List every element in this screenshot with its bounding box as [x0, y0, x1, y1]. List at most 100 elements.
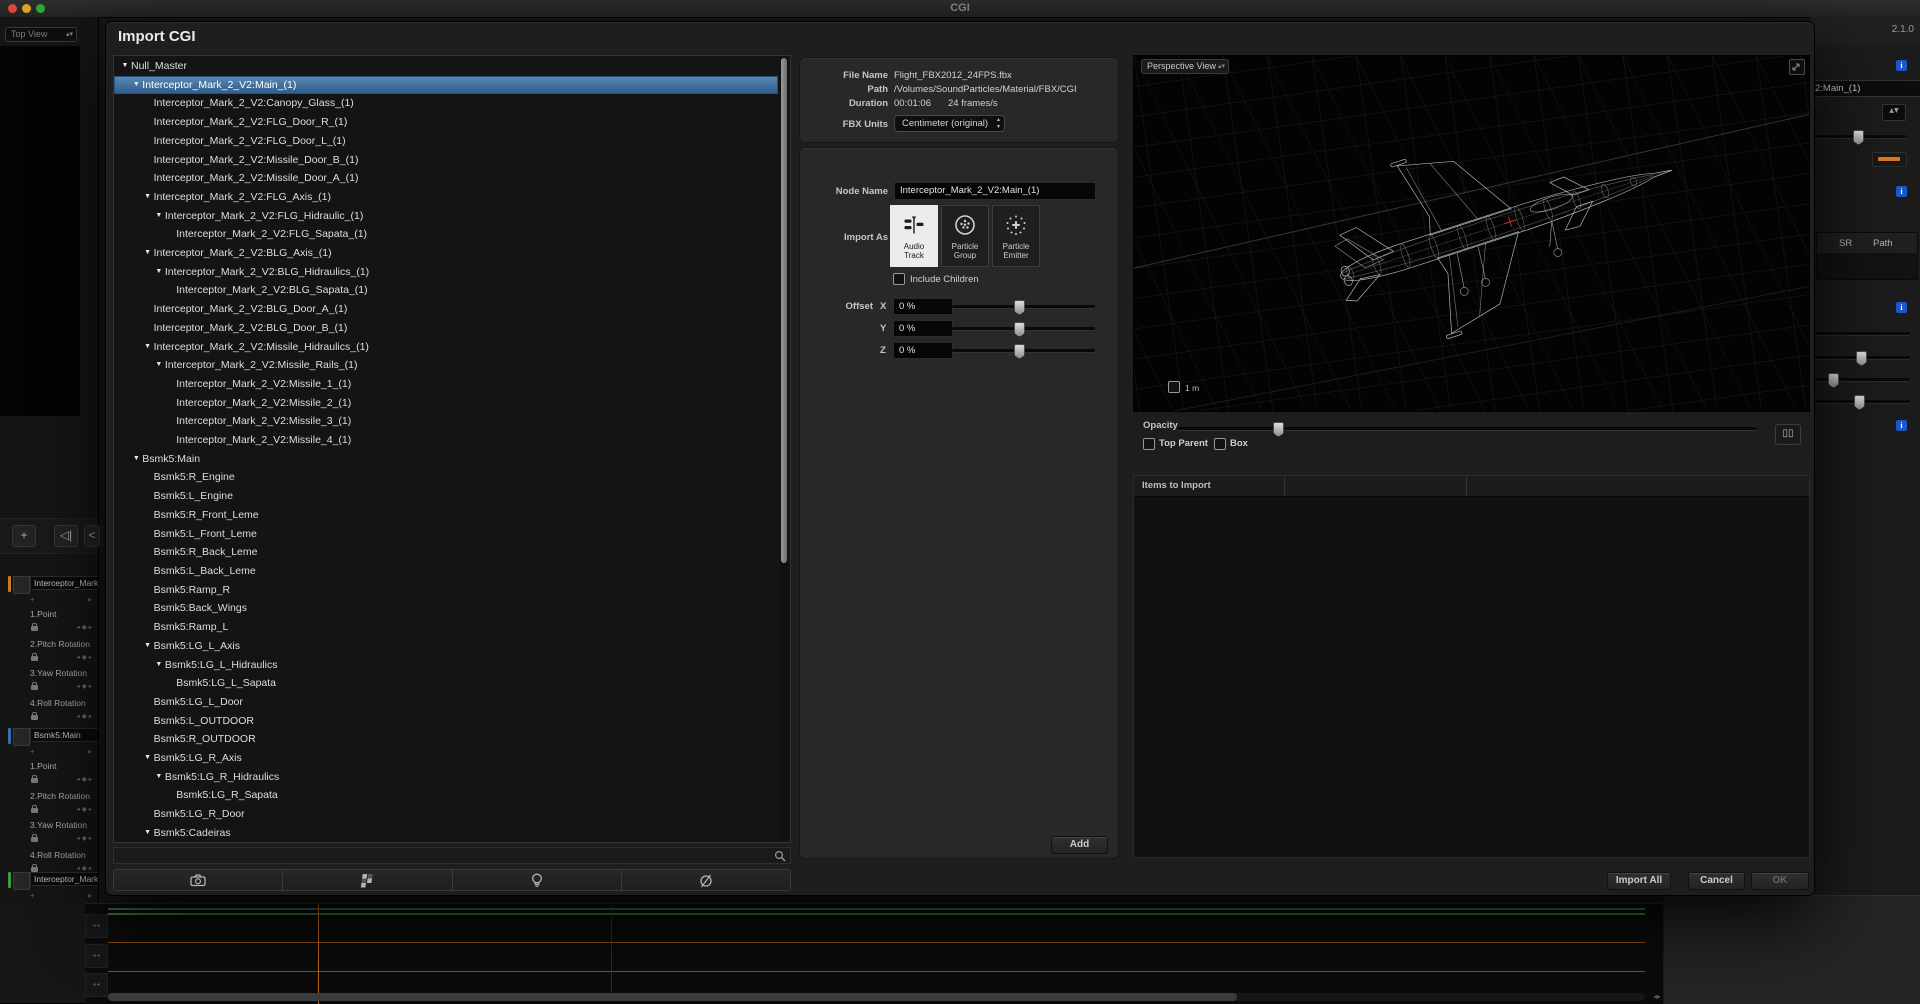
- disclosure-triangle-icon[interactable]: ▼: [154, 768, 164, 787]
- tree-item[interactable]: Bsmk5:R_Engine: [114, 468, 778, 487]
- offset-y-slider[interactable]: [952, 327, 1095, 330]
- keyframe-nav-icons[interactable]: ◂◆▸: [76, 805, 94, 813]
- tree-item[interactable]: Bsmk5:L_Back_Leme: [114, 562, 778, 581]
- tree-item[interactable]: ▼Bsmk5:LG_L_Axis: [114, 637, 778, 656]
- display-mode-button[interactable]: ▯▯: [1775, 424, 1801, 445]
- keyframe-nav-icons[interactable]: ◂◆▸: [76, 775, 94, 783]
- track-options-row[interactable]: +▸: [0, 594, 98, 608]
- tree-item[interactable]: Bsmk5:LG_L_Door: [114, 693, 778, 712]
- tree-item[interactable]: Bsmk5:R_Back_Leme: [114, 543, 778, 562]
- tree-item[interactable]: ▼Bsmk5:Main: [114, 450, 778, 469]
- tree-item[interactable]: ▼Bsmk5:LG_L_Hidraulics: [114, 656, 778, 675]
- disclosure-triangle-icon[interactable]: ▼: [143, 637, 153, 656]
- track-header[interactable]: Interceptor_Mark_2_: [0, 574, 98, 594]
- tree-item[interactable]: Bsmk5:Ramp_R: [114, 581, 778, 600]
- tree-item[interactable]: ▼Interceptor_Mark_2_V2:Missile_Hidraulic…: [114, 338, 778, 357]
- disclosure-triangle-icon[interactable]: ▼: [154, 207, 164, 226]
- go-to-start-button[interactable]: ◁|: [54, 525, 78, 547]
- tree-item[interactable]: Interceptor_Mark_2_V2:FLG_Door_R_(1): [114, 113, 778, 132]
- tree-item[interactable]: Interceptor_Mark_2_V2:Missile_Door_B_(1): [114, 151, 778, 170]
- keyframe-nav-icons[interactable]: ◂◂: [85, 944, 108, 968]
- track-options-row[interactable]: +▸: [0, 890, 98, 903]
- tree-item[interactable]: ▼Bsmk5:Cadeiras: [114, 824, 778, 843]
- items-to-import-table[interactable]: Items to Import: [1133, 475, 1810, 858]
- info-icon[interactable]: i: [1896, 420, 1907, 431]
- track-name[interactable]: Interceptor_Mark_2_: [30, 872, 98, 886]
- info-icon[interactable]: i: [1896, 186, 1907, 197]
- disclosure-triangle-icon[interactable]: ▼: [143, 824, 153, 843]
- lock-icon[interactable]: [31, 685, 38, 690]
- step-back-button[interactable]: <: [84, 525, 100, 547]
- sidebar-track-group[interactable]: Interceptor_Mark_2_+▸1.Point◂◆▸2.Pitch R…: [0, 870, 98, 903]
- tree-item[interactable]: Interceptor_Mark_2_V2:Missile_Door_A_(1): [114, 169, 778, 188]
- ok-button[interactable]: OK: [1751, 872, 1809, 890]
- keyframe-nav-icons[interactable]: ◂◆▸: [76, 682, 94, 690]
- mute-indicator[interactable]: [1872, 152, 1907, 167]
- timeline[interactable]: ◂◂ ◂◂ ◂◂ ◂▸: [85, 903, 1663, 1004]
- tree-item[interactable]: ▼Interceptor_Mark_2_V2:FLG_Hidraulic_(1): [114, 207, 778, 226]
- tree-item[interactable]: Bsmk5:Back_Wings: [114, 599, 778, 618]
- track-parameter[interactable]: 2.Pitch Rotation◂◆▸: [0, 790, 98, 820]
- disclosure-triangle-icon[interactable]: ▼: [154, 263, 164, 282]
- view-selector-dropdown[interactable]: Top View ▴▾: [5, 27, 77, 42]
- offset-y-field[interactable]: 0 %: [893, 320, 953, 337]
- timeline-scrollbar[interactable]: [108, 993, 1645, 1001]
- filter-cameras-button[interactable]: [114, 870, 282, 890]
- tree-item[interactable]: Bsmk5:LG_L_Sapata: [114, 674, 778, 693]
- sidebar-track-group[interactable]: Interceptor_Mark_2_+▸1.Point◂◆▸2.Pitch R…: [0, 574, 98, 726]
- fullscreen-icon[interactable]: [1789, 59, 1805, 75]
- fbx-units-dropdown[interactable]: Centimeter (original) ▴▾: [894, 115, 1005, 132]
- lock-icon[interactable]: [31, 808, 38, 813]
- node-tree[interactable]: ▼Null_Master▼Interceptor_Mark_2_V2:Main_…: [113, 55, 791, 843]
- tree-item[interactable]: Interceptor_Mark_2_V2:Missile_3_(1): [114, 412, 778, 431]
- filter-nulls-button[interactable]: [621, 870, 790, 890]
- tree-item[interactable]: Interceptor_Mark_2_V2:BLG_Door_A_(1): [114, 300, 778, 319]
- lock-icon[interactable]: [31, 837, 38, 842]
- preview-viewport[interactable]: Perspective View ▴▾ 1 m: [1133, 55, 1810, 412]
- offset-x-field[interactable]: 0 %: [893, 298, 953, 315]
- disclosure-triangle-icon[interactable]: ▼: [143, 749, 153, 768]
- disclosure-triangle-icon[interactable]: ▼: [154, 656, 164, 675]
- tree-item[interactable]: Interceptor_Mark_2_V2:BLG_Sapata_(1): [114, 281, 778, 300]
- tree-item[interactable]: Bsmk5:L_Front_Leme: [114, 525, 778, 544]
- tree-item[interactable]: ▼Interceptor_Mark_2_V2:Missile_Rails_(1): [114, 356, 778, 375]
- box-checkbox[interactable]: [1214, 438, 1226, 450]
- top-parent-checkbox[interactable]: [1143, 438, 1155, 450]
- filter-lights-button[interactable]: [452, 870, 621, 890]
- disclosure-triangle-icon[interactable]: ▼: [143, 338, 153, 357]
- opacity-slider[interactable]: [1178, 427, 1757, 430]
- lock-icon[interactable]: [31, 715, 38, 720]
- track-header[interactable]: Interceptor_Mark_2_: [0, 870, 98, 890]
- disclosure-triangle-icon[interactable]: ▼: [131, 76, 141, 95]
- cancel-button[interactable]: Cancel: [1688, 872, 1745, 890]
- disclosure-triangle-icon[interactable]: ▼: [143, 244, 153, 263]
- tree-item[interactable]: Bsmk5:Ramp_L: [114, 618, 778, 637]
- track-parameter[interactable]: 3.Yaw Rotation◂◆▸: [0, 667, 98, 697]
- track-parameter[interactable]: 1.Point◂◆▸: [0, 760, 98, 790]
- background-slider[interactable]: [1814, 135, 1906, 138]
- background-slider[interactable]: [1814, 332, 1910, 335]
- keyframe-nav-icons[interactable]: ◂◆▸: [76, 712, 94, 720]
- tree-item[interactable]: Interceptor_Mark_2_V2:Canopy_Glass_(1): [114, 94, 778, 113]
- tree-item[interactable]: Interceptor_Mark_2_V2:FLG_Sapata_(1): [114, 225, 778, 244]
- lock-icon[interactable]: [31, 656, 38, 661]
- import-as-particle-emitter-button[interactable]: ParticleEmitter: [992, 205, 1040, 267]
- import-as-particle-group-button[interactable]: ParticleGroup: [941, 205, 989, 267]
- add-button[interactable]: Add: [1051, 836, 1108, 854]
- tree-item[interactable]: Bsmk5:L_Engine: [114, 487, 778, 506]
- tree-item[interactable]: Bsmk5:LG_R_Door: [114, 805, 778, 824]
- disclosure-triangle-icon[interactable]: ▼: [154, 356, 164, 375]
- import-as-audio-track-button[interactable]: AudioTrack: [890, 205, 938, 267]
- track-name[interactable]: Bsmk5:Main: [30, 728, 98, 742]
- tree-item[interactable]: Interceptor_Mark_2_V2:FLG_Door_L_(1): [114, 132, 778, 151]
- keyframe-nav-icons[interactable]: ◂◂: [85, 973, 108, 997]
- offset-x-slider[interactable]: [952, 305, 1095, 308]
- tree-item[interactable]: Bsmk5:R_Front_Leme: [114, 506, 778, 525]
- perspective-view-dropdown[interactable]: Perspective View ▴▾: [1141, 59, 1229, 74]
- tree-item[interactable]: ▼Interceptor_Mark_2_V2:FLG_Axis_(1): [114, 188, 778, 207]
- disclosure-triangle-icon[interactable]: ▼: [143, 188, 153, 207]
- scrollbar-arrows-icon[interactable]: ◂▸: [1653, 992, 1661, 1001]
- keyframe-nav-icons[interactable]: ◂◂: [85, 914, 108, 938]
- info-icon[interactable]: i: [1896, 302, 1907, 313]
- track-header[interactable]: Bsmk5:Main: [0, 726, 98, 746]
